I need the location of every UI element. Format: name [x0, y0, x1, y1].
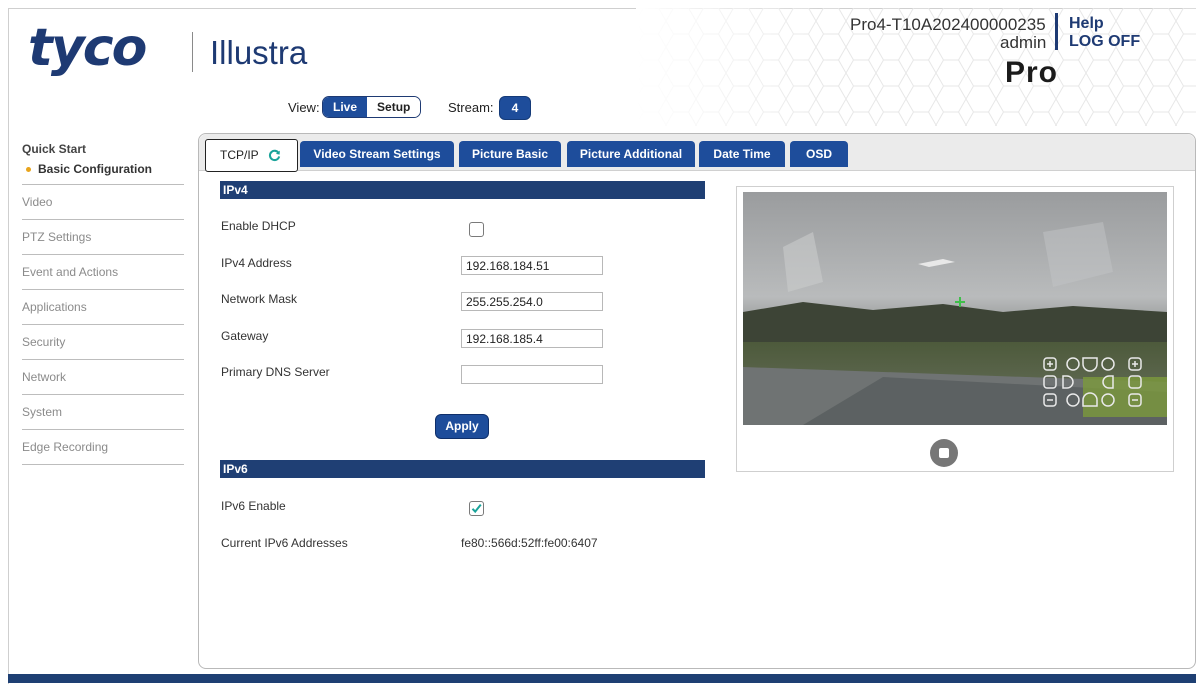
model-label: Pro — [1005, 56, 1059, 89]
primary-dns-label: Primary DNS Server — [221, 365, 330, 379]
live-button[interactable]: Live — [323, 97, 368, 117]
stream-select-button[interactable]: 4 — [499, 96, 531, 120]
gateway-label: Gateway — [221, 329, 269, 343]
sidebar: Quick Start Basic Configuration Video PT… — [22, 140, 184, 465]
gateway-input[interactable] — [461, 329, 603, 348]
ipv6-enable-label: IPv6 Enable — [221, 499, 286, 513]
ipv6-section-header: IPv6 — [220, 460, 705, 478]
sidebar-item-applications[interactable]: Applications — [22, 290, 184, 325]
help-link[interactable]: Help — [1069, 15, 1104, 33]
checkmark-icon — [471, 503, 482, 514]
primary-dns-input[interactable] — [461, 365, 603, 384]
live-preview-panel — [736, 186, 1174, 472]
sidebar-item-edge-recording[interactable]: Edge Recording — [22, 430, 184, 465]
sidebar-item-network[interactable]: Network — [22, 360, 184, 395]
current-ipv6-value: fe80::566d:52ff:fe00:6407 — [461, 536, 598, 550]
refresh-icon — [268, 149, 281, 162]
view-label: View: — [288, 100, 320, 115]
main-panel: TCP/IP Video Stream Settings Picture Bas… — [198, 133, 1196, 669]
ipv4-address-label: IPv4 Address — [221, 256, 292, 270]
tab-video-stream-settings[interactable]: Video Stream Settings — [300, 141, 454, 167]
tab-bar: TCP/IP Video Stream Settings Picture Bas… — [199, 134, 1195, 172]
tab-picture-basic[interactable]: Picture Basic — [459, 141, 561, 167]
camera-image — [743, 192, 1167, 425]
username: admin — [1000, 33, 1047, 52]
sidebar-item-basic-configuration[interactable]: Basic Configuration — [26, 162, 184, 176]
tab-tcp-ip[interactable]: TCP/IP — [205, 139, 298, 172]
network-mask-label: Network Mask — [221, 292, 298, 306]
tab-osd[interactable]: OSD — [790, 141, 848, 167]
setup-button[interactable]: Setup — [367, 97, 421, 117]
stop-button[interactable] — [930, 439, 958, 467]
sidebar-item-event-and-actions[interactable]: Event and Actions — [22, 255, 184, 290]
illustra-product-name: Illustra — [210, 34, 308, 71]
ipv6-enable-checkbox[interactable] — [469, 501, 484, 516]
ipv4-section-header: IPv4 — [220, 181, 705, 199]
header-separator — [1055, 13, 1058, 50]
logoff-link[interactable]: LOG OFF — [1069, 33, 1140, 51]
tyco-logo: tyco — [28, 18, 147, 78]
sidebar-quick-start[interactable]: Quick Start — [22, 142, 184, 156]
sidebar-item-security[interactable]: Security — [22, 325, 184, 360]
apply-button[interactable]: Apply — [435, 414, 489, 439]
view-toggle: Live Setup — [322, 96, 422, 118]
footer-bar — [8, 674, 1196, 683]
sidebar-item-video[interactable]: Video — [22, 185, 184, 220]
network-mask-input[interactable] — [461, 292, 603, 311]
sidebar-item-ptz-settings[interactable]: PTZ Settings — [22, 220, 184, 255]
device-serial: Pro4-T10A202400000235 — [850, 15, 1046, 34]
tab-date-time[interactable]: Date Time — [699, 141, 785, 167]
current-ipv6-label: Current IPv6 Addresses — [221, 536, 348, 550]
enable-dhcp-checkbox[interactable] — [469, 222, 484, 237]
enable-dhcp-label: Enable DHCP — [221, 219, 296, 233]
sidebar-item-system[interactable]: System — [22, 395, 184, 430]
stream-label: Stream: — [448, 100, 494, 115]
tab-tcp-ip-label: TCP/IP — [220, 148, 259, 162]
live-video-feed[interactable] — [743, 192, 1167, 425]
ipv4-address-input[interactable] — [461, 256, 603, 275]
tab-picture-additional[interactable]: Picture Additional — [567, 141, 695, 167]
logo-divider — [192, 32, 193, 72]
